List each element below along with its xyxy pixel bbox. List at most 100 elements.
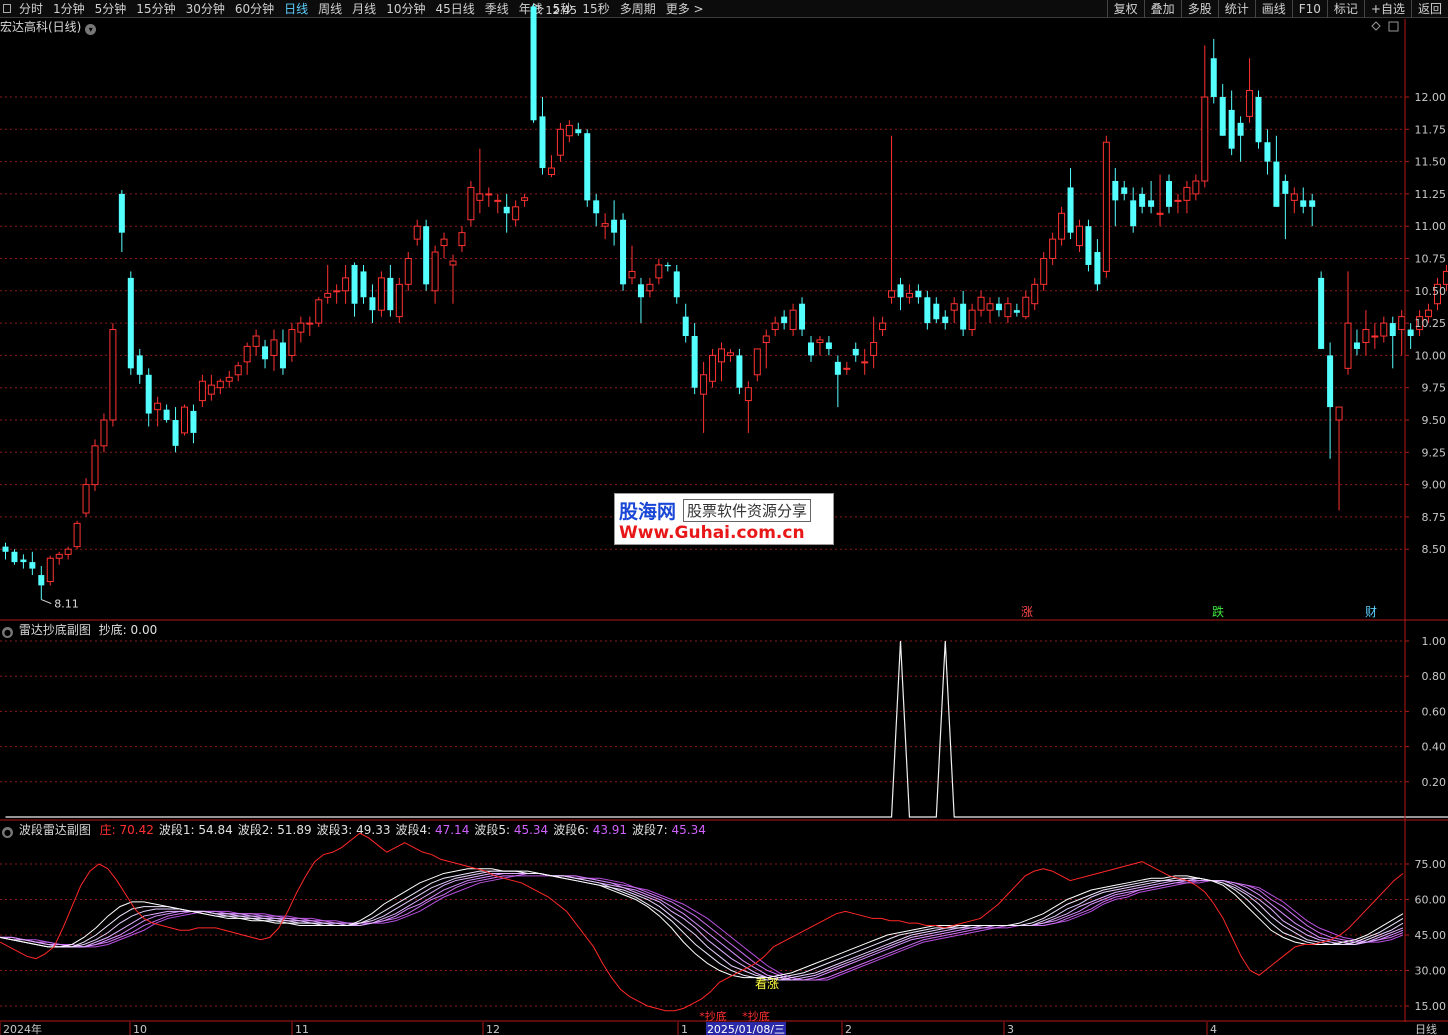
candle [1004, 297, 1012, 324]
candle-body [1004, 303, 1012, 318]
candle [539, 97, 546, 175]
candle [440, 232, 448, 259]
high-label: 12.45 [546, 4, 578, 17]
candle-body [1335, 406, 1343, 421]
candle-body [136, 355, 143, 375]
candle [799, 297, 806, 337]
candle-body [1013, 310, 1020, 313]
time-label: 12 [486, 1023, 500, 1035]
candle [413, 219, 421, 246]
y-tick-label: 15.00 [1415, 1000, 1447, 1013]
candle [118, 190, 125, 253]
candle-body [369, 297, 376, 311]
candle-body [1102, 141, 1110, 272]
zhuang-line [0, 832, 1404, 1012]
candle [1031, 277, 1039, 311]
candle-body [20, 559, 27, 563]
candle [682, 303, 689, 343]
candle-body [485, 193, 493, 196]
event-badge: 涨 [1021, 604, 1033, 619]
candle-body [297, 322, 305, 333]
candle-body [539, 116, 546, 169]
candle-body [1166, 180, 1172, 207]
candle [109, 323, 117, 427]
candle-body [1407, 329, 1414, 337]
event-badge: 财 [1365, 605, 1377, 619]
candle-body [1094, 252, 1101, 285]
candle-body [234, 365, 242, 376]
boduan-line [0, 872, 1404, 981]
candle-body [700, 374, 708, 395]
candle-body [1174, 199, 1182, 202]
candle-body [530, 6, 537, 121]
candle [655, 258, 663, 285]
candle [503, 193, 510, 233]
candle-body [181, 406, 188, 434]
boduan-lines [0, 832, 1404, 1012]
candle-body [861, 361, 869, 364]
candle-body [503, 206, 510, 214]
candle [262, 339, 269, 369]
candle-body [1318, 277, 1325, 349]
candle [521, 193, 529, 207]
candle [2, 542, 9, 560]
candle [512, 200, 520, 227]
candle-body [825, 342, 832, 349]
candle [1318, 271, 1325, 349]
time-label: 1 [681, 1023, 688, 1035]
candle [1300, 187, 1307, 214]
candle [190, 404, 197, 444]
y-tick-label: 30.00 [1415, 965, 1447, 978]
candle [664, 262, 671, 272]
candle [843, 361, 851, 375]
candle [1022, 290, 1030, 320]
candle-body [726, 352, 734, 356]
candle-body [423, 226, 430, 285]
candle-body [449, 260, 457, 266]
y-tick-label: 45.00 [1415, 929, 1447, 942]
time-label: 2 [845, 1023, 852, 1035]
candle [808, 336, 814, 362]
candle-body [1130, 200, 1137, 227]
candle-body [888, 290, 896, 298]
candle-body [1148, 200, 1155, 207]
y-tick-label: 0.80 [1422, 670, 1447, 683]
candle [1076, 219, 1083, 253]
candle [726, 348, 734, 362]
candle-body [933, 303, 940, 320]
candle [198, 374, 206, 408]
candle-body [333, 290, 341, 293]
candle-body [565, 124, 573, 137]
candle [986, 297, 994, 324]
candle-body [109, 329, 117, 421]
low-label: 8.11 [54, 598, 79, 611]
candle [1362, 310, 1370, 356]
candle [709, 348, 717, 388]
candle [1174, 193, 1182, 214]
candle-body [315, 299, 323, 324]
candle-body [521, 197, 529, 201]
grid-lines [0, 96, 1405, 1007]
maximize-icon [1388, 21, 1399, 32]
candle [1335, 406, 1343, 511]
event-badge: 跌 [1212, 604, 1224, 619]
candle-body [601, 223, 609, 227]
y-tick-label: 0.60 [1422, 705, 1447, 718]
candle [1112, 168, 1119, 227]
candle-body [100, 419, 108, 447]
candle [1148, 180, 1155, 214]
candle-body [1139, 193, 1146, 207]
candle-body [620, 219, 627, 285]
candle [1228, 90, 1235, 156]
candle [1246, 58, 1254, 123]
candle-body [377, 277, 385, 311]
candle-body [843, 367, 851, 370]
candle-body [968, 309, 976, 331]
candle-body [145, 374, 152, 414]
candle-body [1183, 186, 1191, 201]
candle [333, 284, 341, 304]
y-tick-label: 75.00 [1415, 858, 1447, 871]
candle [127, 271, 134, 375]
candle [1327, 342, 1334, 459]
candle-body [960, 303, 967, 330]
